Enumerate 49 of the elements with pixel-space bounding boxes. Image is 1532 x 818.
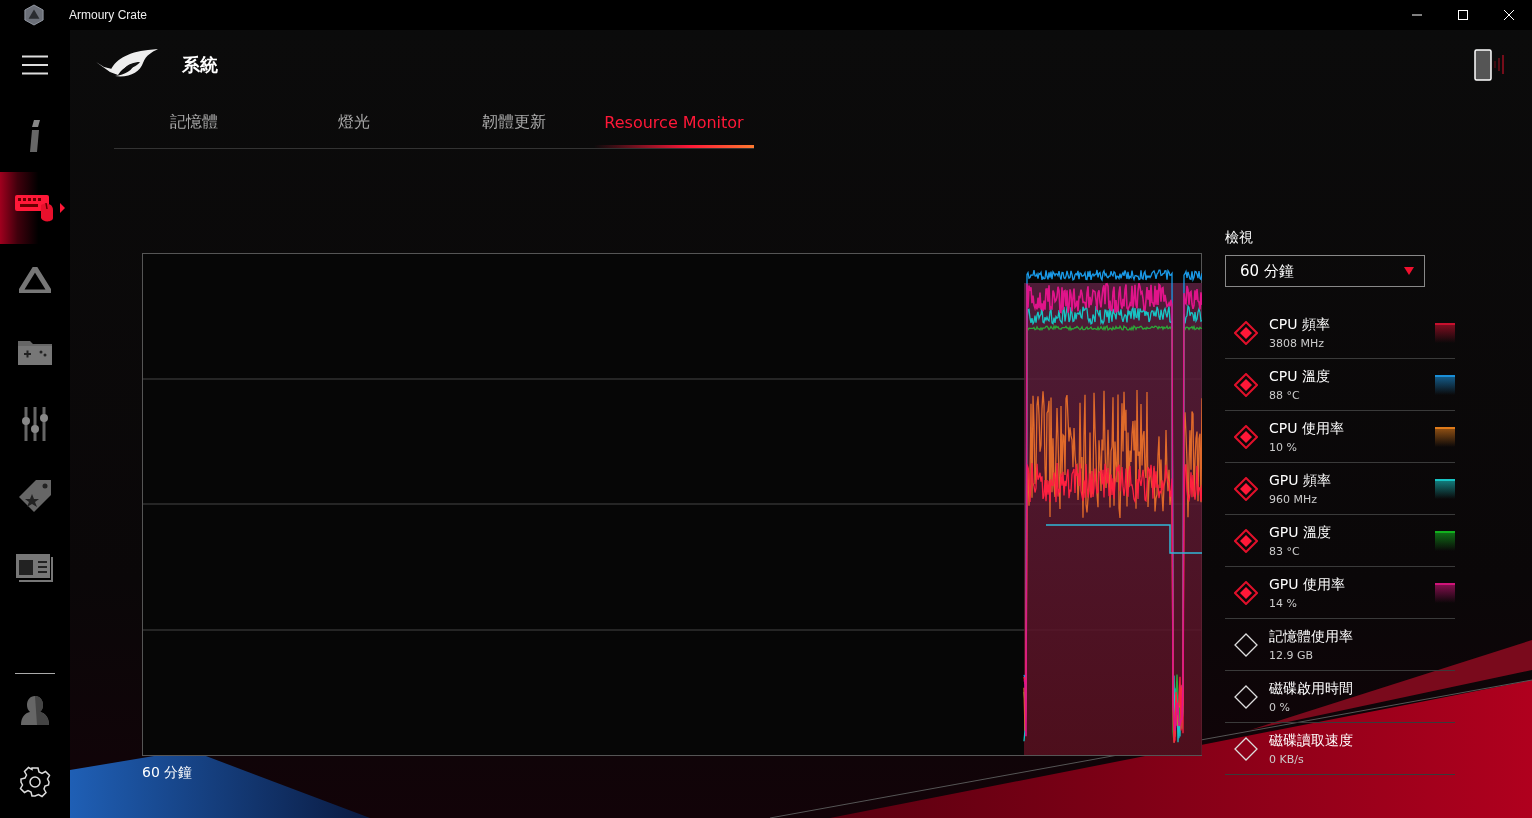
maximize-icon	[1457, 9, 1469, 21]
metric-checkbox[interactable]	[1234, 320, 1258, 345]
dropdown-arrow-icon	[1404, 267, 1414, 275]
tab[interactable]: 記憶體	[114, 100, 274, 148]
view-label: 檢視	[1225, 229, 1254, 247]
menu-icon	[22, 55, 48, 75]
metric-checkbox[interactable]	[1234, 528, 1258, 553]
metric-name: CPU 使用率	[1269, 419, 1345, 438]
metric-name: CPU 頻率	[1269, 315, 1331, 334]
close-icon	[1503, 9, 1515, 21]
metric-checkbox[interactable]	[1234, 424, 1258, 449]
metric-name: CPU 溫度	[1269, 367, 1331, 386]
device-button[interactable]	[1474, 49, 1504, 81]
keyboard-mouse-icon	[15, 193, 55, 223]
metric-name: GPU 溫度	[1269, 523, 1332, 542]
metric-name: GPU 頻率	[1269, 471, 1332, 490]
metric-value: 12.9 GB	[1269, 648, 1315, 662]
page-title: 系統	[182, 53, 218, 77]
metric-value: 88 °C	[1269, 388, 1301, 402]
metric-value: 10 %	[1269, 440, 1298, 454]
tab[interactable]: 燈光	[274, 100, 434, 148]
metric-value: 0 KB/s	[1269, 752, 1305, 766]
metric-name: 磁碟啟用時間	[1269, 679, 1354, 698]
sliders-icon	[21, 407, 49, 441]
caret-icon	[60, 203, 65, 213]
window-title: Armoury Crate	[69, 8, 148, 22]
phone-icon	[1474, 49, 1504, 81]
user-icon	[20, 694, 50, 726]
triangle-logo-icon	[19, 267, 51, 293]
settings-icon	[19, 766, 51, 798]
metric-checkbox[interactable]	[1234, 476, 1258, 501]
metric-name: GPU 使用率	[1269, 575, 1346, 594]
metric-value: 14 %	[1269, 596, 1298, 610]
info-icon	[29, 120, 41, 152]
app-logo-icon	[24, 4, 44, 26]
metric-name: 磁碟讀取速度	[1269, 731, 1354, 750]
metric-checkbox[interactable]	[1234, 372, 1258, 397]
metric-value: 0 %	[1269, 700, 1291, 714]
time-range-label: 60 分鐘	[142, 764, 194, 782]
metric-value: 3808 MHz	[1269, 336, 1326, 350]
metric-name: 記憶體使用率	[1269, 627, 1354, 646]
tag-star-icon	[18, 479, 52, 513]
metric-value: 960 MHz	[1269, 492, 1319, 506]
metric-checkbox[interactable]	[1234, 580, 1258, 605]
gamepad-folder-icon	[18, 339, 52, 365]
tab[interactable]: 韌體更新	[434, 100, 594, 148]
metric-value: 83 °C	[1269, 544, 1301, 558]
view-dropdown[interactable]: 60 分鐘	[1225, 255, 1425, 287]
window-icon	[16, 554, 54, 582]
